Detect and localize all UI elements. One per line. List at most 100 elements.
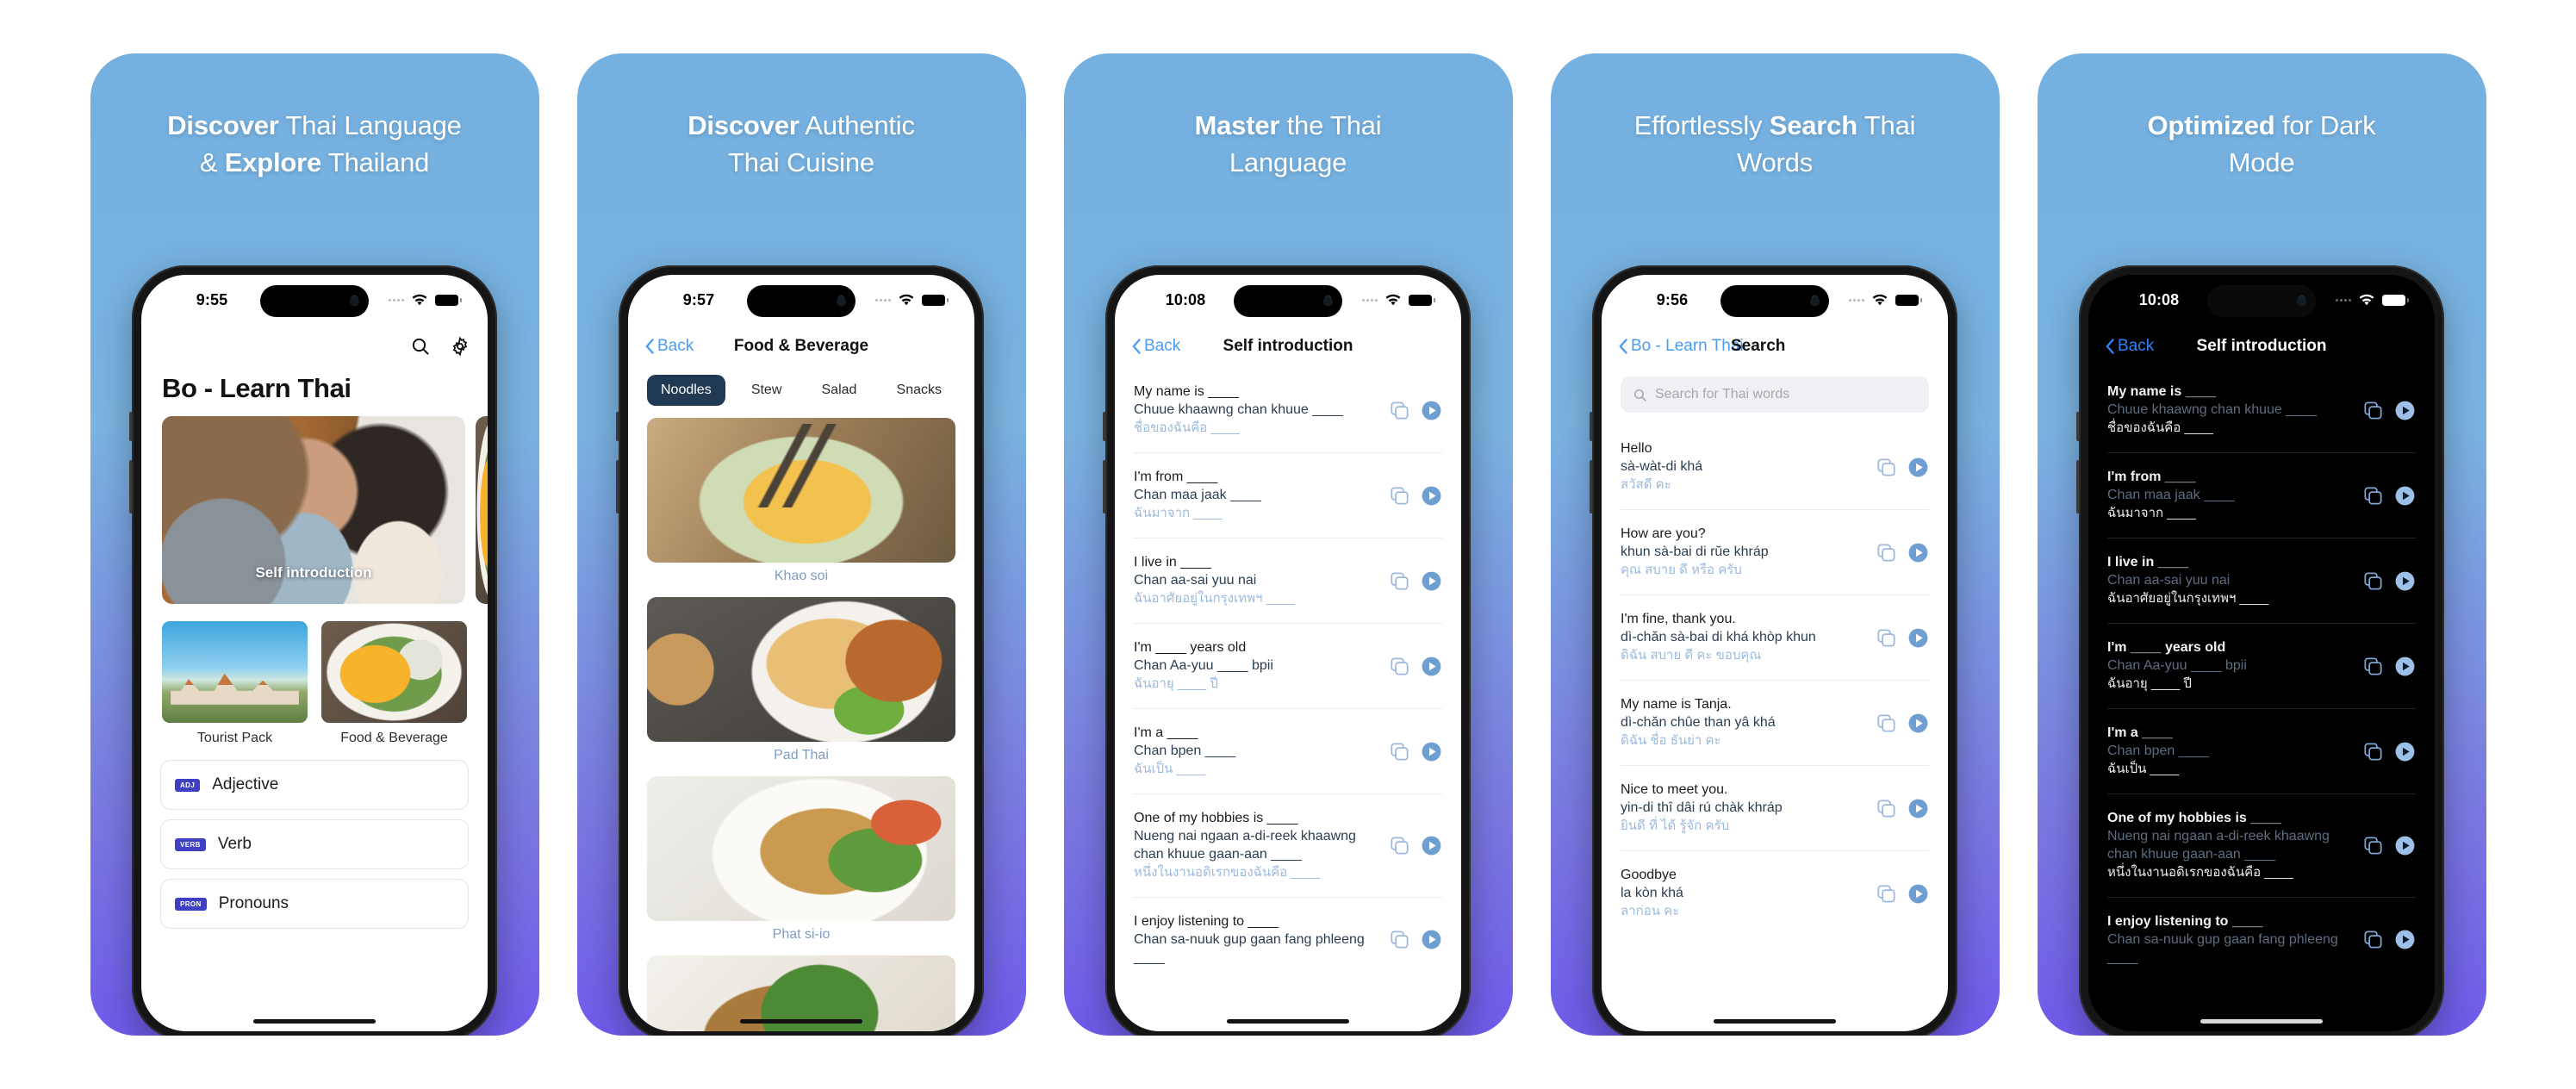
phrase-row[interactable]: I'm from ____ Chan maa jaak ____ ฉันมาจา… — [1134, 453, 1442, 538]
copy-icon[interactable] — [1876, 883, 1897, 905]
copy-icon[interactable] — [2362, 835, 2384, 856]
list-item[interactable]: VERB Verb — [160, 819, 469, 869]
phrase-text: I'm ____ years old Chan Aa-yuu ____ bpii… — [2107, 638, 2354, 694]
back-button[interactable]: Back — [1132, 337, 1180, 356]
list-item[interactable]: ADJ Adjective — [160, 760, 469, 810]
segment-snacks[interactable]: Snacks — [883, 375, 955, 406]
list-item[interactable]: PRON Pronouns — [160, 879, 469, 929]
play-audio-icon[interactable] — [1907, 798, 1929, 819]
phrase-row[interactable]: Goodbye la kòn khá ลาก่อน คะ — [1621, 851, 1929, 936]
copy-icon[interactable] — [1876, 627, 1897, 649]
phrase-romanization: Chan bpen ____ — [2107, 744, 2210, 758]
play-audio-icon[interactable] — [2394, 570, 2416, 592]
play-audio-icon[interactable] — [2394, 835, 2416, 856]
headline-bold-word: Discover — [688, 110, 800, 140]
hero-carousel[interactable]: Self introduction — [141, 416, 488, 604]
phrase-row[interactable]: I enjoy listening to ____ Chan sa-nuuk g… — [2107, 898, 2416, 981]
play-audio-icon[interactable] — [1421, 835, 1442, 856]
play-audio-icon[interactable] — [1907, 542, 1929, 563]
copy-icon[interactable] — [2362, 570, 2384, 592]
play-audio-icon[interactable] — [2394, 929, 2416, 950]
play-audio-icon[interactable] — [1421, 929, 1442, 950]
home-indicator[interactable] — [1227, 1019, 1349, 1024]
phrase-row[interactable]: I'm ____ years old Chan Aa-yuu ____ bpii… — [1134, 624, 1442, 709]
list-item[interactable]: Khao soi — [647, 418, 955, 593]
copy-icon[interactable] — [1876, 542, 1897, 563]
headline-line2: Thai Cuisine — [728, 147, 874, 177]
wifi-icon — [1872, 294, 1888, 305]
play-audio-icon[interactable] — [1421, 400, 1442, 421]
headline-rest: the Thai — [1279, 110, 1382, 140]
play-audio-icon[interactable] — [1421, 485, 1442, 507]
phrase-row[interactable]: I'm ____ years old Chan Aa-yuu ____ bpii… — [2107, 624, 2416, 709]
play-audio-icon[interactable] — [2394, 741, 2416, 762]
copy-icon[interactable] — [2362, 656, 2384, 677]
phrase-row[interactable]: I'm a ____ Chan bpen ____ ฉันเป็น ____ — [2107, 709, 2416, 794]
phrase-row[interactable]: I'm a ____ Chan bpen ____ ฉันเป็น ____ — [1134, 709, 1442, 794]
phrase-text: I live in ____ Chan aa-sai yuu nai ฉันอา… — [2107, 553, 2354, 608]
phrase-row[interactable]: Hello sà-wàt-di khá สวัสดี คะ — [1621, 425, 1929, 510]
back-button[interactable]: Bo - Learn Thai — [1619, 337, 1744, 356]
play-audio-icon[interactable] — [1421, 656, 1442, 677]
play-audio-icon[interactable] — [1421, 570, 1442, 592]
segment-salad[interactable]: Salad — [808, 375, 871, 406]
hero-card-next-peek[interactable] — [476, 416, 488, 604]
hero-card-self-introduction[interactable]: Self introduction — [162, 416, 465, 604]
list-item[interactable]: Phat si-io — [647, 776, 955, 951]
play-audio-icon[interactable] — [1907, 883, 1929, 905]
phrase-thai: ฉันอายุ ____ ปี — [2107, 676, 2192, 691]
category-label: Verb — [217, 835, 252, 853]
copy-icon[interactable] — [1389, 741, 1410, 762]
home-indicator[interactable] — [2200, 1019, 2323, 1024]
back-button[interactable]: Back — [2106, 337, 2154, 356]
segment-stew[interactable]: Stew — [737, 375, 796, 406]
play-audio-icon[interactable] — [1907, 713, 1929, 734]
search-icon[interactable] — [410, 336, 431, 357]
play-audio-icon[interactable] — [1421, 741, 1442, 762]
phrase-row[interactable]: My name is ____ Chuue khaawng chan khuue… — [2107, 368, 2416, 453]
phrase-row[interactable]: One of my hobbies is ____ Nueng nai ngaa… — [2107, 794, 2416, 898]
copy-icon[interactable] — [1389, 835, 1410, 856]
copy-icon[interactable] — [1389, 485, 1410, 507]
play-audio-icon[interactable] — [2394, 485, 2416, 507]
copy-icon[interactable] — [1876, 798, 1897, 819]
phrase-row[interactable]: My name is Tanja. dì-chăn chûe than yâ k… — [1621, 681, 1929, 766]
phrase-row[interactable]: One of my hobbies is ____ Nueng nai ngaa… — [1134, 794, 1442, 898]
copy-icon[interactable] — [1389, 570, 1410, 592]
copy-icon[interactable] — [1876, 713, 1897, 734]
search-placeholder: Search for Thai words — [1655, 387, 1790, 401]
home-indicator[interactable] — [740, 1019, 862, 1024]
play-audio-icon[interactable] — [2394, 400, 2416, 421]
copy-icon[interactable] — [2362, 485, 2384, 507]
tile-food-beverage[interactable]: Food & Beverage — [321, 621, 467, 746]
phrase-row[interactable]: I live in ____ Chan aa-sai yuu nai ฉันอา… — [2107, 538, 2416, 624]
copy-icon[interactable] — [2362, 741, 2384, 762]
home-indicator[interactable] — [1714, 1019, 1836, 1024]
copy-icon[interactable] — [2362, 929, 2384, 950]
back-button[interactable]: Back — [645, 337, 694, 356]
copy-icon[interactable] — [1389, 929, 1410, 950]
list-item[interactable]: Pad Thai — [647, 597, 955, 772]
copy-icon[interactable] — [1389, 656, 1410, 677]
tile-tourist-pack[interactable]: Tourist Pack — [162, 621, 308, 746]
gear-icon[interactable] — [450, 336, 470, 357]
phrase-row[interactable]: How are you? khun sà-bai di rŭe khráp คุ… — [1621, 510, 1929, 595]
home-indicator[interactable] — [253, 1019, 376, 1024]
search-input[interactable]: Search for Thai words — [1621, 376, 1929, 413]
phrase-romanization: Chan maa jaak ____ — [2107, 488, 2235, 502]
copy-icon[interactable] — [2362, 400, 2384, 421]
phrase-row[interactable]: I live in ____ Chan aa-sai yuu nai ฉันอา… — [1134, 538, 1442, 624]
phrase-row[interactable]: I'm fine, thank you. dì-chăn sà-bai di k… — [1621, 595, 1929, 681]
segment-noodles[interactable]: Noodles — [647, 375, 725, 406]
status-time: 10:08 — [1165, 290, 1206, 308]
phrase-row[interactable]: I'm from ____ Chan maa jaak ____ ฉันมาจา… — [2107, 453, 2416, 538]
play-audio-icon[interactable] — [2394, 656, 2416, 677]
copy-icon[interactable] — [1389, 400, 1410, 421]
phrase-english: Nice to meet you. — [1621, 782, 1728, 797]
copy-icon[interactable] — [1876, 457, 1897, 478]
play-audio-icon[interactable] — [1907, 457, 1929, 478]
phrase-row[interactable]: Nice to meet you. yin-di thî dâi rú chàk… — [1621, 766, 1929, 851]
phrase-row[interactable]: My name is ____ Chuue khaawng chan khuue… — [1134, 368, 1442, 453]
play-audio-icon[interactable] — [1907, 627, 1929, 649]
phrase-row[interactable]: I enjoy listening to ____ Chan sa-nuuk g… — [1134, 898, 1442, 981]
